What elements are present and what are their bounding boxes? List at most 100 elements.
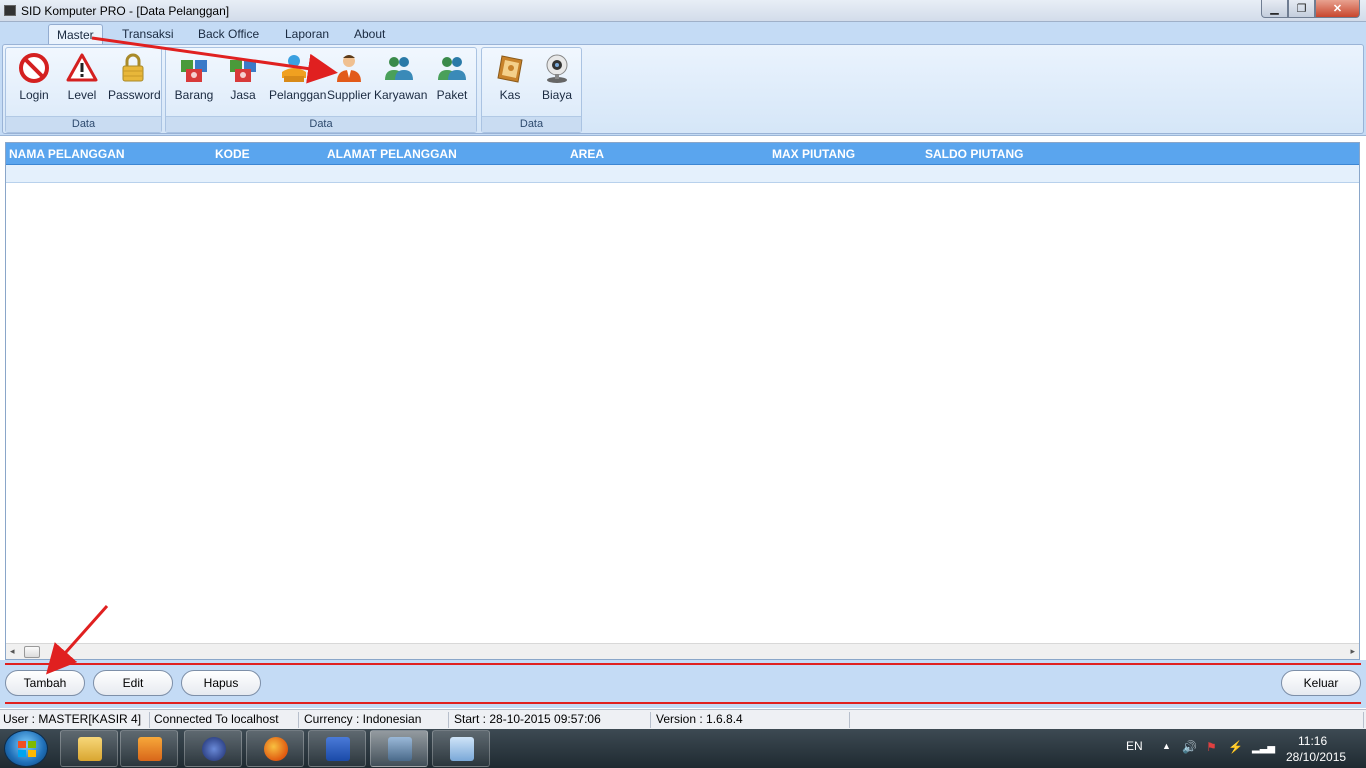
level-label: Level: [67, 88, 97, 102]
column-max-piutang[interactable]: MAX PIUTANG: [772, 147, 855, 161]
status-start: Start : 28-10-2015 09:57:06: [451, 712, 651, 728]
taskbar-explorer[interactable]: [60, 730, 118, 767]
keluar-button[interactable]: Keluar: [1281, 670, 1361, 696]
supplier-person-icon: [333, 52, 365, 84]
column-area[interactable]: AREA: [570, 147, 604, 161]
ribbon-group-data-1: Login Level Password Data: [5, 47, 162, 133]
password-button[interactable]: Password: [108, 52, 161, 112]
taskbar-notepad[interactable]: [432, 730, 490, 767]
customer-icon: [278, 52, 310, 84]
ribbon-tabs: Master Transaksi Back Office Laporan Abo…: [0, 22, 1366, 44]
app-icon: [4, 5, 16, 16]
divider-line: [5, 663, 1361, 665]
tab-back-office[interactable]: Back Office: [190, 24, 267, 44]
language-indicator[interactable]: EN: [1126, 739, 1143, 753]
tab-master[interactable]: Master: [48, 24, 103, 44]
customer-grid[interactable]: NAMA PELANGGAN KODE ALAMAT PELANGGAN ARE…: [5, 142, 1360, 660]
taskbar-media-center[interactable]: [184, 730, 242, 767]
minimize-button[interactable]: ▁: [1261, 0, 1288, 18]
taskbar-firefox[interactable]: [246, 730, 304, 767]
window-controls: ▁ ❐ ✕: [1261, 0, 1360, 18]
level-button[interactable]: Level: [57, 52, 107, 112]
biaya-button[interactable]: Biaya: [532, 52, 582, 112]
notepad-icon: [450, 737, 474, 761]
password-label: Password: [108, 88, 161, 102]
group-label: Data: [166, 116, 476, 132]
start-button[interactable]: [4, 730, 48, 767]
no-entry-icon: [18, 52, 50, 84]
flag-alert-icon[interactable]: ⚑: [1206, 740, 1217, 754]
kas-button[interactable]: Kas: [485, 52, 535, 112]
pelanggan-button[interactable]: Pelanggan: [269, 52, 327, 112]
barang-label: Barang: [174, 88, 214, 102]
column-alamat-pelanggan[interactable]: ALAMAT PELANGGAN: [327, 147, 457, 161]
media-center-icon: [202, 737, 226, 761]
status-bar: User : MASTER[KASIR 4] Connected To loca…: [0, 709, 1366, 729]
ribbon-group-data-2: Barang Jasa Pelanggan Supplier Karyawan …: [165, 47, 477, 133]
windows-logo-icon: [18, 741, 36, 757]
login-button[interactable]: Login: [9, 52, 59, 112]
jasa-button[interactable]: Jasa: [218, 52, 268, 112]
divider-line: [5, 702, 1361, 704]
ribbon-group-data-3: Kas Biaya Data: [481, 47, 582, 133]
karyawan-button[interactable]: Karyawan: [374, 52, 428, 112]
taskbar-media-player[interactable]: [120, 730, 178, 767]
clock-time[interactable]: 11:16: [1298, 734, 1327, 748]
status-currency: Currency : Indonesian: [301, 712, 449, 728]
supplier-label: Supplier: [326, 88, 372, 102]
supplier-button[interactable]: Supplier: [324, 52, 374, 112]
ribbon: Master Transaksi Back Office Laporan Abo…: [0, 22, 1366, 136]
window-title: SID Komputer PRO - [Data Pelanggan]: [21, 4, 230, 18]
scroll-right-icon[interactable]: ▸: [1350, 646, 1355, 657]
ledger-book-icon: [494, 52, 526, 84]
explorer-icon: [78, 737, 102, 761]
column-kode[interactable]: KODE: [215, 147, 250, 161]
paket-label: Paket: [436, 88, 468, 102]
group-label: Data: [482, 116, 581, 132]
word-icon: [326, 737, 350, 761]
group-label: Data: [6, 116, 161, 132]
users-icon: [436, 52, 468, 84]
clock-date[interactable]: 28/10/2015: [1286, 750, 1346, 764]
boxes-icon: [227, 52, 259, 84]
status-empty: [852, 712, 1364, 728]
webcam-icon: [541, 52, 573, 84]
scroll-left-icon[interactable]: ◂: [10, 646, 15, 657]
maximize-button[interactable]: ❐: [1288, 0, 1315, 18]
karyawan-label: Karyawan: [374, 88, 428, 102]
close-icon: ✕: [1332, 3, 1343, 15]
status-user: User : MASTER[KASIR 4]: [0, 712, 150, 728]
users-icon: [383, 52, 415, 84]
kas-label: Kas: [499, 88, 521, 102]
paket-button[interactable]: Paket: [427, 52, 477, 112]
edit-button[interactable]: Edit: [93, 670, 173, 696]
hapus-button[interactable]: Hapus: [181, 670, 261, 696]
tab-transaksi[interactable]: Transaksi: [114, 24, 182, 44]
column-saldo-piutang[interactable]: SALDO PIUTANG: [925, 147, 1023, 161]
close-button[interactable]: ✕: [1315, 0, 1360, 18]
jasa-label: Jasa: [230, 88, 256, 102]
taskbar: EN ▲ 🔊 ⚑ ⚡ ▂▃▅ 11:16 28/10/2015: [0, 729, 1366, 768]
power-icon[interactable]: ⚡: [1228, 740, 1243, 754]
tab-laporan[interactable]: Laporan: [277, 24, 337, 44]
taskbar-remote-desktop[interactable]: [370, 730, 428, 767]
tab-about[interactable]: About: [346, 24, 393, 44]
maximize-icon: ❐: [1296, 3, 1307, 15]
horizontal-scrollbar[interactable]: ◂ ▸: [6, 643, 1359, 659]
tray-expand-icon[interactable]: ▲: [1162, 741, 1171, 751]
column-nama-pelanggan[interactable]: NAMA PELANGGAN: [9, 147, 125, 161]
tambah-button[interactable]: Tambah: [5, 670, 85, 696]
action-bar: Tambah Edit Hapus Keluar: [0, 660, 1366, 708]
warning-icon: [66, 52, 98, 84]
network-icon[interactable]: ▂▃▅: [1252, 743, 1275, 754]
grid-header: NAMA PELANGGAN KODE ALAMAT PELANGGAN ARE…: [6, 143, 1359, 165]
scrollbar-thumb[interactable]: [24, 646, 40, 658]
volume-icon[interactable]: 🔊: [1182, 740, 1197, 754]
pelanggan-label: Pelanggan: [269, 88, 327, 102]
taskbar-word[interactable]: [308, 730, 366, 767]
grid-filter-row[interactable]: [6, 165, 1359, 183]
biaya-label: Biaya: [541, 88, 573, 102]
boxes-icon: [178, 52, 210, 84]
barang-button[interactable]: Barang: [169, 52, 219, 112]
system-tray: EN ▲ 🔊 ⚑ ⚡ ▂▃▅ 11:16 28/10/2015: [1106, 729, 1366, 768]
